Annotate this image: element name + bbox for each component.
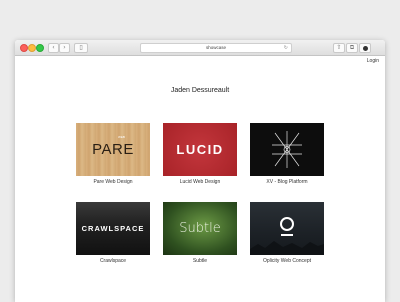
extension-icon: [362, 45, 368, 51]
minimize-window-button[interactable]: [28, 44, 36, 52]
project-thumbnail[interactable]: CRAWLSPACE: [76, 202, 150, 255]
close-window-button[interactable]: [20, 44, 28, 52]
project-thumbnail[interactable]: LUCID: [163, 123, 237, 176]
project-card-xv[interactable]: XV - Blog Platform: [250, 123, 324, 185]
address-text: showcase: [205, 45, 226, 50]
pare-small-label: WEB: [118, 135, 125, 139]
project-caption[interactable]: Subtle: [163, 258, 237, 264]
tabs-overview-button[interactable]: ⧉: [346, 43, 358, 53]
browser-window: ‹ › ▯ showcase ↻ ⇧ ⧉ Login Jaden Dessure…: [15, 40, 385, 302]
extension-button[interactable]: [359, 43, 371, 53]
project-card-subtle[interactable]: Subtle Subtle: [163, 202, 237, 264]
project-caption[interactable]: Crawlspace: [76, 258, 150, 264]
lucid-logo-text: LUCID: [176, 142, 224, 157]
address-bar[interactable]: showcase ↻: [140, 43, 292, 53]
page-title: Jaden Dessureault: [170, 87, 230, 94]
back-button[interactable]: ‹: [48, 43, 59, 53]
crawlspace-logo-text: CRAWLSPACE: [81, 224, 145, 233]
forward-button[interactable]: ›: [59, 43, 70, 53]
subtle-logo-text: Subtle: [179, 221, 221, 236]
pare-logo-text: PARE: [92, 141, 134, 158]
project-caption[interactable]: XV - Blog Platform: [250, 179, 324, 185]
project-thumbnail[interactable]: WEB PARE: [76, 123, 150, 176]
project-thumbnail[interactable]: [250, 202, 324, 255]
zoom-window-button[interactable]: [36, 44, 44, 52]
project-thumbnail[interactable]: [250, 123, 324, 176]
project-thumbnail[interactable]: Subtle: [163, 202, 237, 255]
share-button[interactable]: ⇧: [333, 43, 345, 53]
sidebar-toggle-button[interactable]: ▯: [74, 43, 88, 53]
browser-toolbar: ‹ › ▯ showcase ↻ ⇧ ⧉: [15, 40, 385, 56]
project-card-oplicity[interactable]: Oplicity Web Concept: [250, 202, 324, 264]
project-card-lucid[interactable]: LUCID Lucid Web Design: [163, 123, 237, 185]
project-card-crawlspace[interactable]: CRAWLSPACE Crawlspace: [76, 202, 150, 264]
reload-icon[interactable]: ↻: [284, 44, 288, 52]
login-link[interactable]: Login: [367, 58, 379, 64]
project-card-pare[interactable]: WEB PARE Pare Web Design: [76, 123, 150, 185]
xv-logo-icon: [272, 131, 302, 168]
project-caption[interactable]: Oplicity Web Concept: [250, 258, 324, 264]
project-caption[interactable]: Lucid Web Design: [163, 179, 237, 185]
oplicity-logo-icon: [280, 217, 294, 236]
project-caption[interactable]: Pare Web Design: [76, 179, 150, 185]
